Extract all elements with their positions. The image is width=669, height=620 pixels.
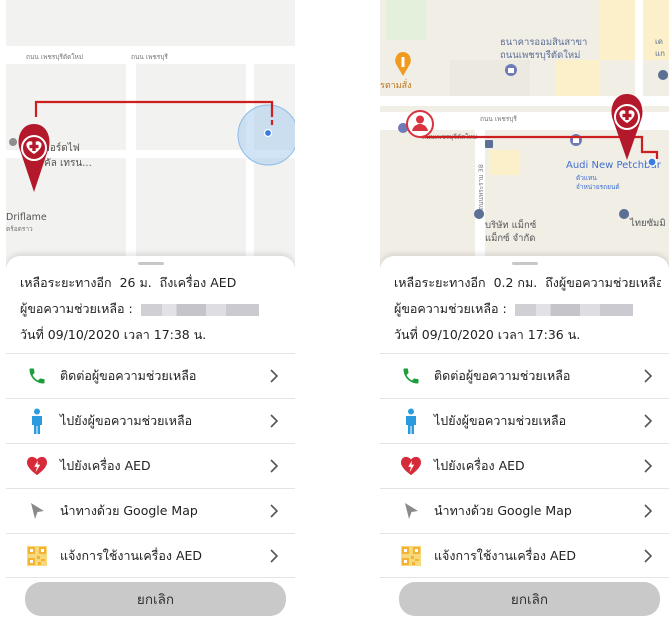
action-label: ติดต่อผู้ขอความช่วยเหลือ	[60, 368, 197, 383]
map-place-label: ไทยซัมมิ	[629, 217, 666, 229]
chevron-right-icon	[637, 365, 659, 387]
map-street-label: ถนน เพชรบุรี	[480, 115, 517, 123]
map-view[interactable]: ธนาคารออมสินสาขา ถนนเพชรบุรีตัดใหม่ รตาม…	[380, 0, 669, 270]
chevron-right-icon	[637, 410, 659, 432]
action-label: ไปยังผู้ขอความช่วยเหลือ	[434, 413, 567, 428]
map-street-label: ถนนพระราม 38	[477, 164, 485, 210]
chevron-right-icon	[263, 410, 285, 432]
chevron-right-icon	[637, 545, 659, 567]
current-location-dot	[263, 128, 273, 138]
phone-screen-right: ธนาคารออมสินสาขา ถนนเพชรบุรีตัดใหม่ รตาม…	[380, 0, 669, 620]
qr-code-icon	[20, 541, 54, 571]
action-label: ไปยังเครื่อง AED	[434, 458, 525, 473]
map-place-label: Driflame	[6, 212, 47, 223]
distance-value: 26 ม.	[119, 275, 152, 290]
map-place-label: ตร้อตราว	[6, 225, 33, 233]
distance-suffix: ถึงผู้ขอความช่วยเหลือ	[545, 275, 661, 290]
map-place-label: แม็กซ์ จำกัด	[485, 231, 535, 244]
action-label: แจ้งการใช้งานเครื่อง AED	[434, 547, 577, 563]
google-map-navigation-button[interactable]: นำทางด้วย Google Map	[6, 488, 295, 533]
report-aed-usage-button[interactable]: แจ้งการใช้งานเครื่อง AED	[6, 533, 295, 578]
report-aed-usage-button[interactable]: แจ้งการใช้งานเครื่อง AED	[380, 533, 669, 578]
requester-label: ผู้ขอความช่วยเหลือ :	[394, 301, 507, 316]
action-list: ติดต่อผู้ขอความช่วยเหลือ ไปยังผู้ขอความช…	[6, 353, 295, 578]
drag-handle[interactable]	[137, 262, 164, 265]
emergency-info: เหลือระยะทางอีก 26 ม. ถึงเครื่อง AED ผู้…	[20, 270, 287, 348]
distance-suffix: ถึงเครื่อง AED	[159, 275, 237, 290]
heart-defibrillator-icon	[20, 451, 54, 481]
map-place-label: จำหน่ายรถยนต์	[576, 183, 620, 191]
emergency-info: เหลือระยะทางอีก 0.2 กม. ถึงผู้ขอความช่วย…	[394, 270, 661, 348]
map-place-label: Audi New Petchbur	[566, 160, 662, 171]
distance-prefix: เหลือระยะทางอีก	[20, 275, 112, 290]
building-pin-icon	[570, 134, 582, 146]
action-label: นำทางด้วย Google Map	[60, 503, 198, 518]
bottom-sheet: เหลือระยะทางอีก 26 ม. ถึงเครื่อง AED ผู้…	[6, 256, 295, 620]
distance-text: เหลือระยะทางอีก 0.2 กม. ถึงผู้ขอความช่วย…	[394, 270, 661, 296]
current-location-dot	[647, 157, 657, 167]
map-place-label: แก	[655, 49, 665, 58]
cancel-button[interactable]: ยกเลิก	[25, 582, 286, 616]
map-street-label: ถนน เพชรบุรีตัดใหม่	[26, 53, 83, 61]
chevron-right-icon	[637, 500, 659, 522]
navigation-arrow-icon	[20, 496, 54, 526]
requester-label: ผู้ขอความช่วยเหลือ :	[20, 301, 133, 316]
chevron-right-icon	[263, 500, 285, 522]
phone-icon	[20, 361, 54, 391]
map-street-label: ถนน เพชรบุรี	[131, 53, 168, 61]
go-to-requester-button[interactable]: ไปยังผู้ขอความช่วยเหลือ	[380, 398, 669, 443]
bank-pin-icon	[505, 64, 517, 76]
map-view[interactable]: ถนน เพชรบุรีตัดใหม่ ถนน เพชรบุรี ยอร์ดไฟ…	[6, 0, 295, 270]
phone-screen-left: ถนน เพชรบุรีตัดใหม่ ถนน เพชรบุรี ยอร์ดไฟ…	[6, 0, 295, 620]
heart-defibrillator-icon	[394, 451, 428, 481]
redacted-name	[514, 303, 633, 316]
google-map-navigation-button[interactable]: นำทางด้วย Google Map	[380, 488, 669, 533]
chevron-right-icon	[263, 545, 285, 567]
person-icon	[394, 406, 428, 436]
action-label: ไปยังผู้ขอความช่วยเหลือ	[60, 413, 193, 428]
action-label: ติดต่อผู้ขอความช่วยเหลือ	[434, 368, 571, 383]
phone-icon	[394, 361, 428, 391]
datetime-text: วันที่ 09/10/2020 เวลา 17:38 น.	[20, 327, 207, 342]
action-list: ติดต่อผู้ขอความช่วยเหลือ ไปยังผู้ขอความช…	[380, 353, 669, 578]
chevron-right-icon	[263, 365, 285, 387]
requester-line: ผู้ขอความช่วยเหลือ :	[394, 296, 661, 322]
requester-line: ผู้ขอความช่วยเหลือ :	[20, 296, 287, 322]
navigation-arrow-icon	[394, 496, 428, 526]
map-place-label: คัล เทรน...	[44, 158, 92, 169]
distance-value: 0.2 กม.	[493, 275, 538, 290]
go-to-aed-button[interactable]: ไปยังเครื่อง AED	[6, 443, 295, 488]
map-pin-icon	[9, 138, 18, 146]
redacted-name	[140, 303, 259, 316]
action-label: แจ้งการใช้งานเครื่อง AED	[60, 547, 203, 563]
contact-requester-button[interactable]: ติดต่อผู้ขอความช่วยเหลือ	[6, 353, 295, 398]
action-label: ไปยังเครื่อง AED	[60, 458, 151, 473]
map-place-label: เด	[655, 37, 663, 46]
contact-requester-button[interactable]: ติดต่อผู้ขอความช่วยเหลือ	[380, 353, 669, 398]
bus-stop-icon	[485, 140, 493, 148]
bottom-sheet: เหลือระยะทางอีก 0.2 กม. ถึงผู้ขอความช่วย…	[380, 256, 669, 620]
requester-marker-icon[interactable]	[406, 110, 434, 138]
datetime-text: วันที่ 09/10/2020 เวลา 17:36 น.	[394, 327, 581, 342]
map-place-label: ธนาคารออมสินสาขา	[500, 37, 587, 48]
go-to-requester-button[interactable]: ไปยังผู้ขอความช่วยเหลือ	[6, 398, 295, 443]
go-to-aed-button[interactable]: ไปยังเครื่อง AED	[380, 443, 669, 488]
map-place-label: ตัวแทน	[576, 174, 597, 182]
chevron-right-icon	[637, 455, 659, 477]
chevron-right-icon	[263, 455, 285, 477]
qr-code-icon	[394, 541, 428, 571]
distance-text: เหลือระยะทางอีก 26 ม. ถึงเครื่อง AED	[20, 270, 287, 296]
drag-handle[interactable]	[511, 262, 538, 265]
cancel-button[interactable]: ยกเลิก	[399, 582, 660, 616]
person-icon	[20, 406, 54, 436]
map-place-label: บริษัท แม็กซ์	[485, 218, 537, 231]
distance-prefix: เหลือระยะทางอีก	[394, 275, 486, 290]
map-place-label: ถนนเพชรบุรีตัดใหม่	[500, 49, 580, 61]
action-label: นำทางด้วย Google Map	[434, 503, 572, 518]
